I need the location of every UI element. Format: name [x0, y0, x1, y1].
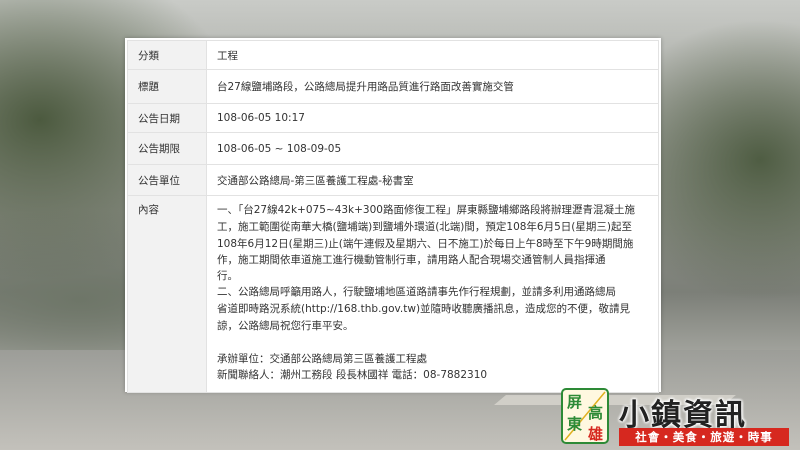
watermark-logo: 屏 高 東 雄 小鎮資訊 社會・美食・旅遊・時事	[555, 386, 800, 450]
content-line: 108年6月12日(星期三)止(端午連假及星期六、日不施工)於每日上午8時至下午…	[217, 237, 634, 250]
contact-unit: 承辦單位：交通部公路總局第三區養護工程處	[217, 352, 427, 365]
badge-char: 高	[588, 404, 604, 422]
content-line: 作，施工期間依車道施工進行機動管制行車，請用路人配合現場交通管制人員指揮通	[217, 254, 606, 267]
watermark-title: 小鎮資訊	[619, 398, 747, 433]
pingtung-kaohsiung-badge: 屏 高 東 雄	[561, 388, 609, 444]
row-value: 108-06-05 ~ 108-09-05	[206, 132, 659, 165]
content-line: 工，施工範圍從南華大橋(鹽埔端)到鹽埔外環道(北端)間，預定108年6月5日(星…	[217, 220, 632, 233]
badge-char: 東	[567, 415, 583, 433]
row-value: 工程	[206, 40, 659, 70]
content-line: 一、「台27線42k+075~43k+300路面修復工程」屏東縣鹽埔鄉路段將辦理…	[217, 204, 635, 216]
content-line: 諒，公路總局祝您行車平安。	[217, 319, 354, 332]
table-row-content: 內容 一、「台27線42k+075~43k+300路面修復工程」屏東縣鹽埔鄉路段…	[127, 195, 659, 393]
row-value: 台27線鹽埔路段，公路總局提升用路品質進行路面改善實施交管	[206, 69, 659, 104]
watermark-subtitle: 社會・美食・旅遊・時事	[619, 428, 789, 446]
row-value: 108-06-05 10:17	[206, 103, 659, 133]
row-label: 內容	[127, 195, 207, 393]
row-value: 交通部公路總局-第三區養護工程處-秘書室	[206, 164, 659, 196]
content-line: 二、公路總局呼籲用路人，行駛鹽埔地區道路請事先作行程規劃，並請多利用通路總局	[217, 286, 616, 299]
table-row-title: 標題 台27線鹽埔路段，公路總局提升用路品質進行路面改善實施交管	[127, 69, 659, 104]
contact-person: 新聞聯絡人：潮州工務段 段長林國祥 電話：08-7882310	[217, 369, 488, 382]
announcement-detail-table: 分類 工程 標題 台27線鹽埔路段，公路總局提升用路品質進行路面改善實施交管 公…	[125, 38, 661, 393]
table-row-publish-period: 公告期限 108-06-05 ~ 108-09-05	[127, 132, 659, 165]
content-body: 一、「台27線42k+075~43k+300路面修復工程」屏東縣鹽埔鄉路段將辦理…	[206, 195, 659, 393]
badge-char: 雄	[588, 425, 604, 443]
content-line: 省道即時路況系統(http://168.thb.gov.tw)並隨時收聽廣播訊息…	[217, 302, 631, 315]
row-label: 分類	[127, 40, 207, 70]
table-row-publish-date: 公告日期 108-06-05 10:17	[127, 103, 659, 133]
row-label: 公告期限	[127, 132, 207, 165]
row-label: 公告單位	[127, 164, 207, 196]
content-line: 行。	[217, 270, 238, 283]
row-label: 標題	[127, 69, 207, 104]
table-row-publishing-unit: 公告單位 交通部公路總局-第三區養護工程處-秘書室	[127, 164, 659, 196]
badge-char: 屏	[567, 393, 583, 411]
table-row-category: 分類 工程	[127, 40, 659, 70]
row-label: 公告日期	[127, 103, 207, 133]
